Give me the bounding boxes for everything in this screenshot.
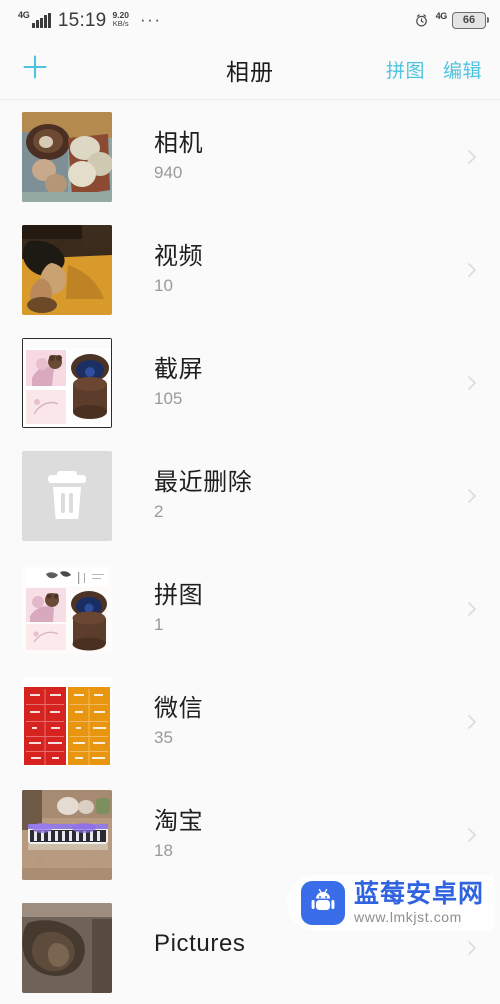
album-row-pictures[interactable]: Pictures [0,891,500,1004]
header-actions: 拼图 编辑 [386,56,482,83]
plus-icon [20,52,50,87]
album-row-taobao[interactable]: 淘宝 18 [0,778,500,891]
status-bar: 4G 15:19 9.20 KB/s ··· 4G 66 [0,0,500,40]
album-info: 拼图 1 [154,582,454,635]
status-bar-right: 4G 66 [414,12,486,29]
trash-icon [22,451,112,541]
network-speed-unit: KB/s [113,20,129,28]
alarm-clock-icon [414,13,429,28]
album-thumbnail [22,564,112,654]
album-row-screenshot[interactable]: 截屏 105 [0,326,500,439]
album-thumbnail [22,677,112,767]
network-type-label-right: 4G [436,12,447,21]
album-thumbnail [22,112,112,202]
album-info: Pictures [154,930,454,965]
album-row-recently-deleted[interactable]: 最近删除 2 [0,439,500,552]
album-count: 2 [154,503,454,522]
album-info: 最近删除 2 [154,469,454,522]
signal-strength-icon [32,13,51,28]
chevron-right-icon [462,712,482,732]
album-info: 视频 10 [154,243,454,296]
chevron-right-icon [462,599,482,619]
battery-level-label: 66 [463,15,475,26]
album-info: 微信 35 [154,695,454,748]
network-speed-indicator: 9.20 KB/s [112,11,129,28]
chevron-right-icon [462,938,482,958]
album-label: Pictures [154,930,454,958]
album-row-wechat[interactable]: 微信 35 [0,665,500,778]
album-label: 淘宝 [154,808,454,836]
album-row-camera[interactable]: 相机 940 [0,100,500,213]
album-thumbnail [22,903,112,993]
network-type-label: 4G [18,11,29,20]
album-count: 105 [154,390,454,409]
chevron-right-icon [462,147,482,167]
collage-button[interactable]: 拼图 [386,56,425,83]
album-count: 18 [154,842,454,861]
chevron-right-icon [462,825,482,845]
album-label: 拼图 [154,582,454,610]
status-bar-clock: 15:19 [58,11,107,30]
album-row-video[interactable]: 视频 10 [0,213,500,326]
album-info: 相机 940 [154,130,454,183]
album-label: 最近删除 [154,469,454,497]
album-thumbnail [22,338,112,428]
album-label: 相机 [154,130,454,158]
add-album-button[interactable] [18,53,52,87]
album-count: 940 [154,164,454,183]
app-header: 相册 拼图 编辑 [0,40,500,100]
status-bar-left: 4G 15:19 9.20 KB/s ··· [18,11,161,30]
album-label: 视频 [154,243,454,271]
chevron-right-icon [462,486,482,506]
edit-button[interactable]: 编辑 [443,56,482,83]
album-count: 35 [154,729,454,748]
album-thumbnail [22,790,112,880]
chevron-right-icon [462,260,482,280]
album-list[interactable]: 相机 940 视频 10 [0,100,500,1004]
album-label: 截屏 [154,356,454,384]
album-label: 微信 [154,695,454,723]
album-row-collage[interactable]: 拼图 1 [0,552,500,665]
album-thumbnail [22,225,112,315]
album-info: 淘宝 18 [154,808,454,861]
battery-indicator: 66 [452,12,486,29]
album-count: 1 [154,616,454,635]
album-count: 10 [154,277,454,296]
album-thumbnail [22,451,112,541]
chevron-right-icon [462,373,482,393]
album-info: 截屏 105 [154,356,454,409]
